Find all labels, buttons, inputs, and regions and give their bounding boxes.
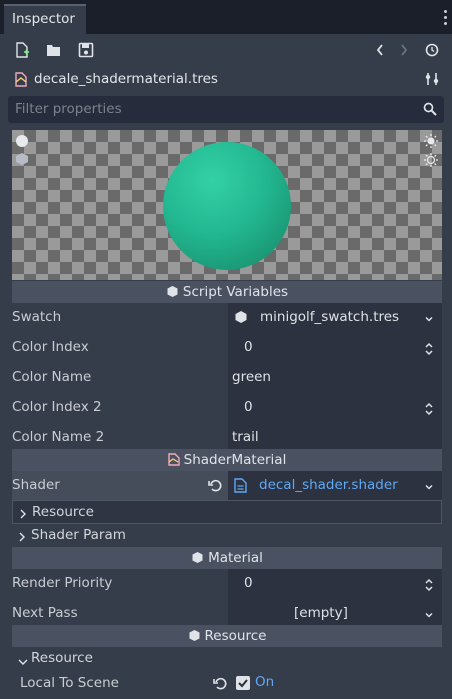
subgroup-label: Resource	[32, 504, 94, 520]
spinner-arrows-icon[interactable]	[424, 342, 434, 360]
tab-inspector[interactable]: Inspector	[4, 4, 86, 34]
chevron-right-icon	[18, 530, 26, 546]
script-icon	[166, 283, 179, 305]
filter-placeholder: Filter properties	[15, 101, 122, 117]
swatch-value: minigolf_swatch.tres	[260, 309, 400, 325]
section-script-variables: Script Variables	[12, 281, 442, 303]
next-pass-value: [empty]	[294, 605, 348, 621]
chevron-down-icon	[18, 654, 28, 670]
material-icon	[191, 549, 204, 571]
local-to-scene-checkbox[interactable]	[236, 676, 250, 690]
local-to-scene-value: On	[255, 674, 275, 690]
prop-label: Shader	[12, 477, 60, 493]
prop-label: Color Name	[12, 369, 92, 385]
revert-icon[interactable]	[213, 676, 228, 695]
prop-local-to-scene: Local To Scene On	[12, 669, 442, 699]
material-preview	[12, 130, 442, 280]
resource-path-bar: decale_shadermaterial.tres	[0, 64, 452, 94]
prop-label: Swatch	[12, 309, 62, 325]
prop-render-priority: Render Priority 0	[12, 569, 442, 599]
chevron-down-icon[interactable]	[424, 608, 434, 624]
light-1-icon[interactable]	[423, 133, 439, 153]
revert-icon[interactable]	[208, 478, 223, 497]
render-priority-value: 0	[244, 575, 253, 591]
spinner-arrows-icon[interactable]	[424, 578, 434, 596]
shader-file-icon	[234, 478, 247, 497]
open-folder-icon[interactable]	[46, 42, 64, 58]
spinner-arrows-icon[interactable]	[424, 402, 434, 420]
search-icon	[423, 102, 437, 120]
color-index-spinbox[interactable]: 0	[228, 333, 442, 363]
object-properties-icon[interactable]	[424, 71, 440, 91]
color-index-value: 0	[244, 339, 253, 355]
resource-filename[interactable]: decale_shadermaterial.tres	[34, 71, 218, 87]
prop-label: Render Priority	[12, 575, 113, 591]
color-index-2-spinbox[interactable]: 0	[228, 393, 442, 423]
subgroup-label: Resource	[31, 650, 93, 666]
light-2-icon[interactable]	[423, 152, 439, 172]
prop-label: Local To Scene	[20, 675, 119, 691]
section-title: Resource	[204, 628, 267, 644]
prop-label: Color Index 2	[12, 399, 102, 415]
history-back-icon[interactable]	[374, 42, 392, 58]
color-name-value: green	[232, 369, 271, 385]
history-forward-icon[interactable]	[398, 42, 416, 58]
section-material: Material	[12, 547, 442, 569]
save-icon[interactable]	[78, 42, 96, 58]
more-options-icon[interactable]	[444, 10, 448, 28]
chevron-down-icon[interactable]	[424, 312, 434, 328]
resource-icon	[234, 310, 248, 328]
new-resource-icon[interactable]	[14, 42, 32, 58]
prop-color-index: Color Index 0	[12, 333, 442, 363]
prop-color-index-2: Color Index 2 0	[12, 393, 442, 423]
tab-bar: Inspector	[0, 0, 452, 34]
prop-label: Next Pass	[12, 605, 78, 621]
filter-properties-input[interactable]: Filter properties	[8, 96, 444, 123]
swatch-resource-picker[interactable]: minigolf_swatch.tres	[228, 303, 442, 333]
section-shader-material: ShaderMaterial	[12, 449, 442, 471]
render-priority-spinbox[interactable]: 0	[228, 569, 442, 599]
prop-label: Color Index	[12, 339, 89, 355]
section-resource: Resource	[12, 625, 442, 647]
shader-material-icon	[167, 451, 180, 473]
shader-value: decal_shader.shader	[259, 477, 398, 493]
subgroup-shader-param[interactable]: Shader Param	[12, 524, 442, 548]
section-title: Script Variables	[182, 284, 289, 300]
history-icon[interactable]	[424, 42, 442, 58]
preview-sphere	[163, 142, 291, 270]
subgroup-resource-expanded[interactable]: Resource	[12, 647, 442, 671]
prop-shader: Shader decal_shader.shader	[12, 471, 442, 501]
resource-icon	[188, 627, 201, 649]
sphere-preview-icon[interactable]	[15, 134, 29, 152]
shader-material-icon	[14, 72, 28, 91]
box-preview-icon[interactable]	[15, 152, 29, 170]
subgroup-resource[interactable]: Resource	[12, 500, 442, 524]
subgroup-label: Shader Param	[31, 527, 126, 543]
shader-resource-picker[interactable]: decal_shader.shader	[228, 471, 442, 501]
section-title: ShaderMaterial	[183, 452, 287, 468]
section-title: Material	[208, 550, 263, 566]
chevron-down-icon[interactable]	[424, 480, 434, 496]
color-index-2-value: 0	[244, 399, 253, 415]
prop-label: Color Name 2	[12, 429, 105, 445]
color-name-2-value: trail	[232, 429, 259, 445]
color-name-field[interactable]: green	[228, 363, 442, 393]
prop-swatch: Swatch minigolf_swatch.tres	[12, 303, 442, 333]
prop-color-name: Color Name green	[12, 363, 442, 393]
chevron-right-icon	[19, 507, 27, 523]
